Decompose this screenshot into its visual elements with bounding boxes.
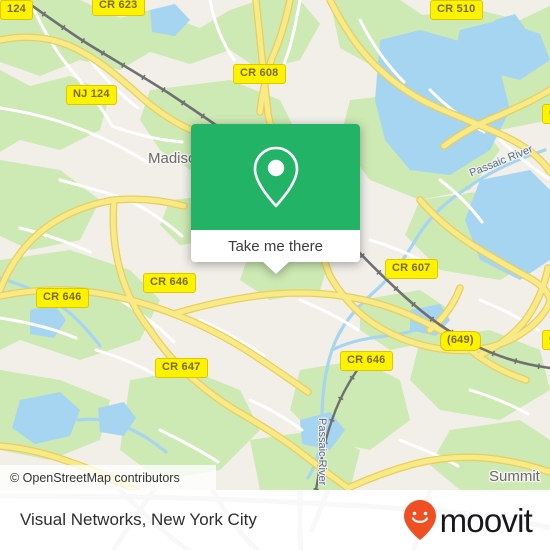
road-shield: CR 607 xyxy=(385,259,438,279)
road-shield: CR 646 xyxy=(143,273,196,293)
screenshot-root: 124 CR 623 CR 510 CR 608 NJ 124 CR 607 CR 646 C… xyxy=(0,0,550,550)
river-label: Passaic River xyxy=(316,418,328,486)
road-shield: (649) xyxy=(440,331,481,351)
road-shield: C xyxy=(542,104,550,124)
road-shield: CR 646 xyxy=(36,288,89,308)
footer-bar: Visual Networks, New York City moovit xyxy=(0,490,550,550)
road-shield: CR 646 xyxy=(340,351,393,371)
attribution-text: © OpenStreetMap contributors xyxy=(10,470,180,485)
moovit-pin-smiley-icon xyxy=(403,500,436,540)
popup-header xyxy=(191,124,360,230)
road-shield: CR 608 xyxy=(233,64,286,84)
moovit-wordmark: moovit xyxy=(439,501,533,539)
location-popup[interactable]: Take me there xyxy=(191,124,360,274)
road-shield: CR 647 xyxy=(155,358,208,378)
page-title: Visual Networks, New York City xyxy=(20,510,257,529)
map-pin-icon xyxy=(253,146,298,208)
place-label: Summit xyxy=(489,468,540,485)
popup-card: Take me there xyxy=(191,124,360,262)
road-shield: CR 510 xyxy=(430,0,483,20)
take-me-there-label: Take me there xyxy=(227,237,324,255)
road-shield: 124 xyxy=(0,0,33,20)
road-shield: C xyxy=(542,330,550,350)
popup-action-bar[interactable]: Take me there xyxy=(191,230,360,262)
map-attribution[interactable]: © OpenStreetMap contributors xyxy=(0,465,216,490)
road-shield: NJ 124 xyxy=(66,85,117,105)
popup-pointer-tail xyxy=(262,261,290,274)
moovit-brand[interactable]: moovit xyxy=(403,499,533,541)
road-shield: CR 623 xyxy=(92,0,145,16)
map-canvas[interactable]: 124 CR 623 CR 510 CR 608 NJ 124 CR 607 CR 646 C… xyxy=(0,0,550,490)
